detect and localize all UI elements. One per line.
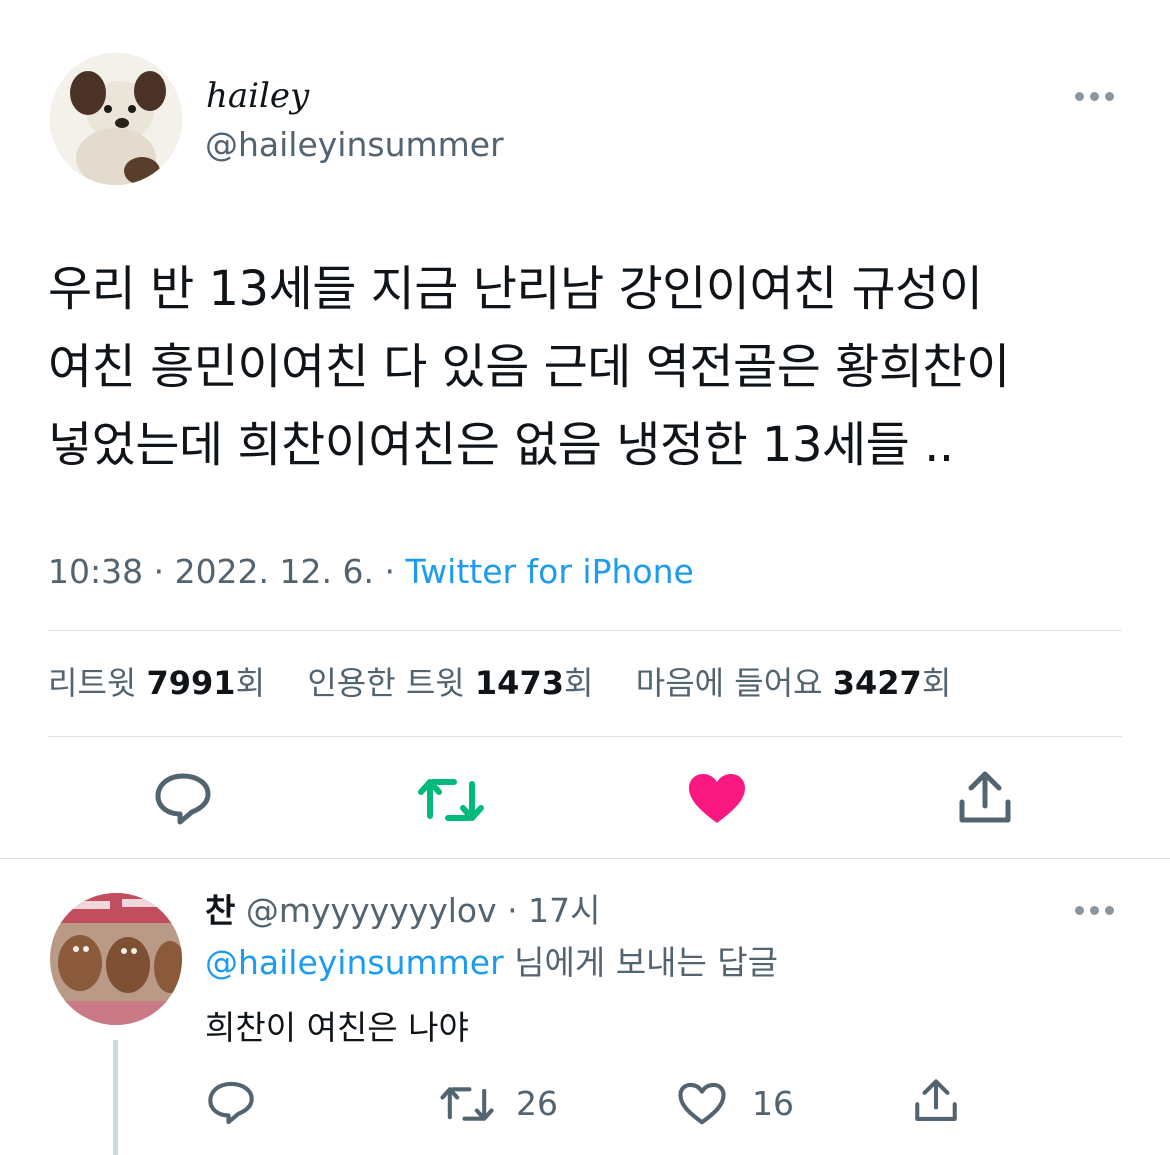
author-display-name[interactable]: hailey	[206, 76, 309, 116]
more-options-button[interactable]	[1075, 92, 1114, 101]
dot-icon	[1090, 906, 1099, 915]
dot-icon	[1105, 906, 1114, 915]
dot-icon	[1090, 92, 1099, 101]
retweet-icon	[418, 779, 484, 821]
tweet-text: 우리 반 13세들 지금 난리남 강인이여친 규성이 여친 흥민이여친 다 있음…	[48, 250, 1138, 484]
dot-icon	[1075, 906, 1084, 915]
dot-icon	[1075, 92, 1084, 101]
tweet-meta: 10:38 · 2022. 12. 6. · Twitter for iPhon…	[48, 550, 694, 594]
cookies-image	[50, 893, 182, 1025]
plush-dog-image	[50, 53, 182, 185]
retweets-count: 7991	[146, 664, 236, 702]
quotes-stat[interactable]: 인용한 트윗 1473회	[307, 664, 593, 702]
divider	[48, 736, 1122, 737]
retweet-button[interactable]	[418, 776, 484, 824]
divider	[0, 858, 1170, 859]
reply-text: 희찬이 여친은 나야	[205, 1008, 469, 1047]
reply-retweet-count: 26	[516, 1084, 558, 1123]
reply-more-options-button[interactable]	[1075, 906, 1114, 915]
heart-outline-icon	[678, 1082, 726, 1125]
tweet-text-line: 우리 반 13세들 지금 난리남 강인이여친 규성이	[48, 261, 983, 317]
tweet-source-link[interactable]: Twitter for iPhone	[405, 552, 693, 591]
dot-icon	[1105, 92, 1114, 101]
reply-like-count: 16	[752, 1084, 794, 1123]
replying-to-handle-link[interactable]: @haileyinsummer	[205, 943, 504, 982]
reply-display-name[interactable]: 찬	[205, 891, 235, 930]
reply-header: 찬 @myyyyyyylov · 17시	[205, 889, 600, 933]
retweet-icon	[440, 1087, 494, 1121]
tweet-timestamp[interactable]: 10:38 · 2022. 12. 6. ·	[48, 552, 405, 591]
thread-line	[113, 1040, 118, 1155]
reply-handle-time[interactable]: @myyyyyyylov · 17시	[246, 891, 601, 930]
replying-to-suffix: 님에게 보내는 답글	[503, 943, 779, 982]
reply-retweet-button[interactable]: 26	[440, 1084, 558, 1124]
tweet-stats: 리트윗 7991회 인용한 트윗 1473회 마음에 들어요 3427회	[48, 661, 951, 705]
quotes-count: 1473	[474, 664, 564, 702]
author-avatar[interactable]	[50, 53, 182, 185]
share-button[interactable]	[958, 770, 1012, 826]
like-button[interactable]	[688, 773, 746, 825]
share-icon	[959, 771, 1011, 823]
reply-icon	[208, 1081, 254, 1125]
divider	[48, 630, 1122, 631]
reply-reply-button[interactable]	[207, 1080, 255, 1126]
replying-to: @haileyinsummer 님에게 보내는 답글	[205, 941, 778, 985]
tweet-text-line: 넣었는데 희찬이여친은 없음 냉정한 13세들 ..	[48, 417, 954, 473]
retweets-stat[interactable]: 리트윗 7991회	[48, 664, 265, 702]
heart-filled-icon	[689, 774, 745, 823]
reply-share-button[interactable]	[914, 1078, 958, 1124]
reply-button[interactable]	[154, 772, 212, 826]
reply-author-avatar[interactable]	[50, 893, 182, 1025]
likes-stat[interactable]: 마음에 들어요 3427회	[636, 664, 952, 702]
tweet-text-line: 여친 흥민이여친 다 있음 근데 역전골은 황희찬이	[48, 339, 1010, 395]
reply-like-button[interactable]: 16	[678, 1082, 794, 1126]
share-icon	[915, 1079, 957, 1121]
reply-icon	[155, 773, 211, 825]
likes-count: 3427	[832, 664, 922, 702]
author-handle[interactable]: @haileyinsummer	[205, 124, 504, 166]
